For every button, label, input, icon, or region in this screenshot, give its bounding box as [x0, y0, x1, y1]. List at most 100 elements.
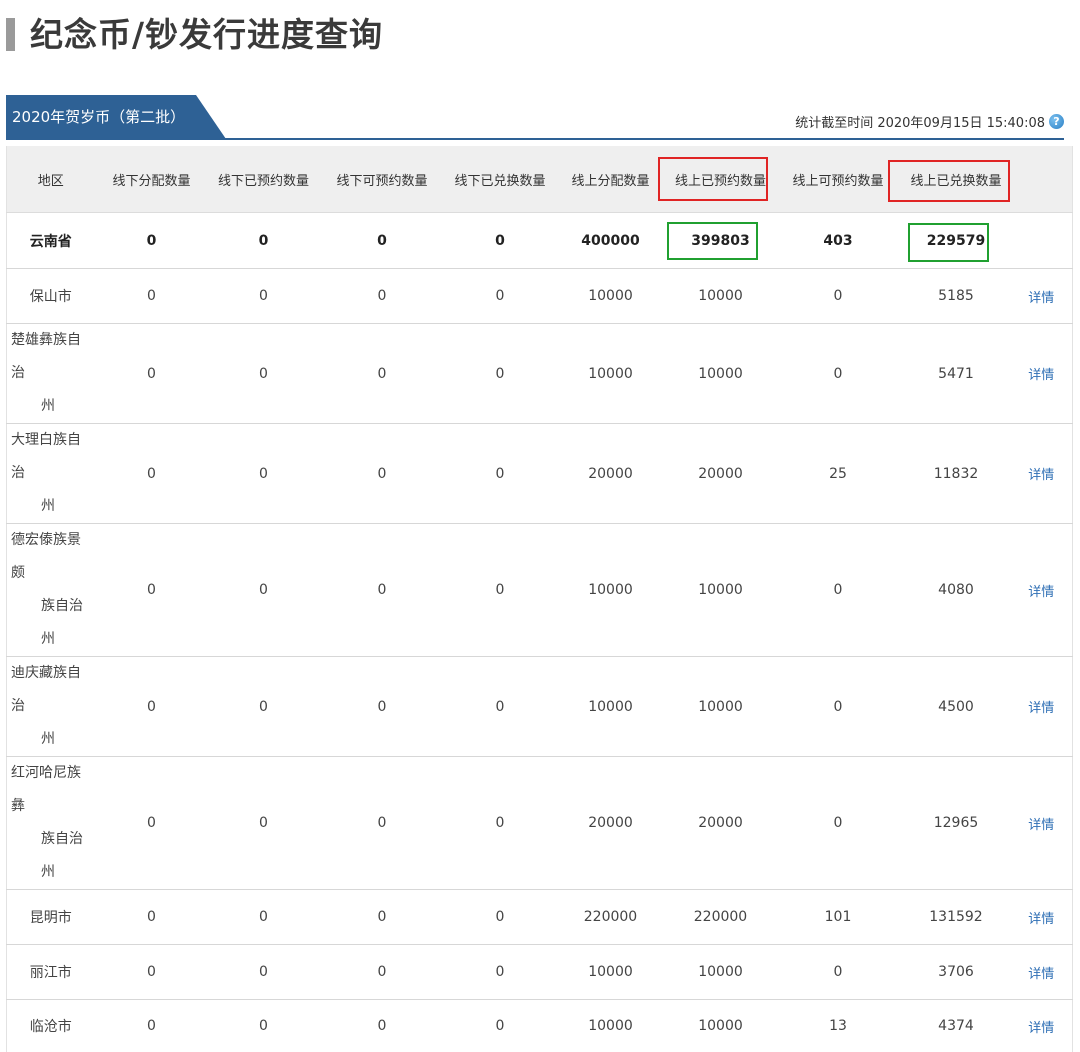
page-title: 纪念币/钞发行进度查询: [30, 12, 383, 58]
region-cell: 云南省: [7, 213, 95, 269]
value-cell: 0: [446, 657, 555, 757]
value-cell: 10000: [555, 324, 667, 424]
value-cell: 0: [775, 324, 902, 424]
batch-tab[interactable]: 2020年贺岁币（第二批）: [6, 95, 226, 139]
value-cell: 0: [319, 945, 446, 1000]
value-cell: 10000: [667, 945, 775, 1000]
value-cell: 0: [775, 657, 902, 757]
detail-link[interactable]: 详情: [1028, 1021, 1054, 1036]
value-cell: 0: [775, 269, 902, 324]
value-cell: 0: [319, 657, 446, 757]
col-header-offline-exchanged: 线下已兑换数量: [446, 146, 555, 213]
value-cell: 10000: [555, 657, 667, 757]
region-cell: 保山市: [7, 269, 95, 324]
detail-link[interactable]: 详情: [1028, 291, 1054, 306]
value-cell: 101: [775, 890, 902, 945]
col-header-online-exchanged: 线上已兑换数量: [902, 146, 1011, 213]
value-cell: 20000: [667, 757, 775, 890]
value-cell: 229579: [902, 213, 1011, 269]
detail-link[interactable]: 详情: [1028, 368, 1054, 383]
stat-time-label: 统计截至时间: [795, 112, 873, 131]
region-cell: 临沧市: [7, 1000, 95, 1052]
value-cell: 0: [446, 524, 555, 657]
value-cell: 0: [446, 1000, 555, 1052]
value-cell: 0: [209, 657, 319, 757]
value-cell: 0: [95, 524, 209, 657]
value-cell: 0: [95, 657, 209, 757]
region-line-2: 族自治州: [11, 823, 95, 889]
value-cell: 0: [209, 424, 319, 524]
value-cell: 0: [319, 890, 446, 945]
value-cell: 0: [95, 1000, 209, 1052]
detail-link[interactable]: 详情: [1028, 701, 1054, 716]
region-cell: 德宏傣族景颇 族自治州: [7, 524, 95, 657]
region-cell: 红河哈尼族彝 族自治州: [7, 757, 95, 890]
region-cell: 迪庆藏族自治 州: [7, 657, 95, 757]
table-row: 红河哈尼族彝 族自治州 0 0 0 0 20000 20000 0 12965 …: [7, 757, 1073, 890]
value-cell: 0: [319, 524, 446, 657]
detail-link[interactable]: 详情: [1028, 912, 1054, 927]
value-cell: 10000: [667, 269, 775, 324]
value-cell: 0: [209, 269, 319, 324]
table-row: 德宏傣族景颇 族自治州 0 0 0 0 10000 10000 0 4080 详…: [7, 524, 1073, 657]
value-cell: 10000: [555, 269, 667, 324]
col-header-online-allocated: 线上分配数量: [555, 146, 667, 213]
value-cell: 131592: [902, 890, 1011, 945]
table-row-province: 云南省 0 0 0 0 400000 399803 403 229579: [7, 213, 1073, 269]
value-cell: 0: [319, 324, 446, 424]
value-cell: 0: [446, 945, 555, 1000]
region-cell: 丽江市: [7, 945, 95, 1000]
value-cell: 5471: [902, 324, 1011, 424]
tab-underline: [6, 138, 1064, 140]
value-cell: 20000: [555, 757, 667, 890]
value-cell: 12965: [902, 757, 1011, 890]
col-header-online-available: 线上可预约数量: [775, 146, 902, 213]
value-cell: 0: [209, 324, 319, 424]
value-cell: 10000: [667, 324, 775, 424]
table-row: 保山市 0 0 0 0 10000 10000 0 5185 详情: [7, 269, 1073, 324]
table-row: 昆明市 0 0 0 0 220000 220000 101 131592 详情: [7, 890, 1073, 945]
col-header-region: 地区: [7, 146, 95, 213]
value-cell: 4500: [902, 657, 1011, 757]
detail-link[interactable]: 详情: [1028, 468, 1054, 483]
value-cell: 0: [95, 424, 209, 524]
value-cell: 4080: [902, 524, 1011, 657]
value-cell: 0: [446, 757, 555, 890]
issue-progress-table: 地区 线下分配数量 线下已预约数量 线下可预约数量 线下已兑换数量 线上分配数量…: [6, 146, 1073, 1052]
value-cell: 0: [319, 213, 446, 269]
detail-link[interactable]: 详情: [1028, 818, 1054, 833]
value-cell: 20000: [667, 424, 775, 524]
detail-link[interactable]: 详情: [1028, 585, 1054, 600]
value-cell: 10000: [555, 1000, 667, 1052]
value-cell: 0: [319, 424, 446, 524]
value-cell: 0: [95, 945, 209, 1000]
stat-time-value: 2020年09月15日 15:40:08: [877, 112, 1045, 131]
question-circle-icon[interactable]: ?: [1049, 114, 1064, 129]
value-cell: 400000: [555, 213, 667, 269]
value-cell: 20000: [555, 424, 667, 524]
detail-link[interactable]: 详情: [1028, 967, 1054, 982]
region-cell: 大理白族自治 州: [7, 424, 95, 524]
value-cell: 403: [775, 213, 902, 269]
region-line-2: 州: [11, 390, 95, 423]
value-cell: 220000: [555, 890, 667, 945]
value-cell: 13: [775, 1000, 902, 1052]
region-line-2: 州: [11, 723, 95, 756]
value-cell: 5185: [902, 269, 1011, 324]
region-line-1: 红河哈尼族彝: [11, 757, 95, 823]
region-line-2: 州: [11, 490, 95, 523]
value-cell: 0: [95, 890, 209, 945]
value-cell: 0: [319, 1000, 446, 1052]
value-cell: 3706: [902, 945, 1011, 1000]
value-cell: 10000: [667, 1000, 775, 1052]
value-cell: 0: [775, 757, 902, 890]
value-cell: 0: [209, 890, 319, 945]
value-cell: 0: [775, 524, 902, 657]
value-cell: 0: [446, 213, 555, 269]
value-cell: 10000: [555, 524, 667, 657]
table-row: 丽江市 0 0 0 0 10000 10000 0 3706 详情: [7, 945, 1073, 1000]
value-cell: 399803: [667, 213, 775, 269]
value-cell: 0: [319, 269, 446, 324]
table-header-row: 地区 线下分配数量 线下已预约数量 线下可预约数量 线下已兑换数量 线上分配数量…: [7, 146, 1073, 213]
col-header-offline-allocated: 线下分配数量: [95, 146, 209, 213]
